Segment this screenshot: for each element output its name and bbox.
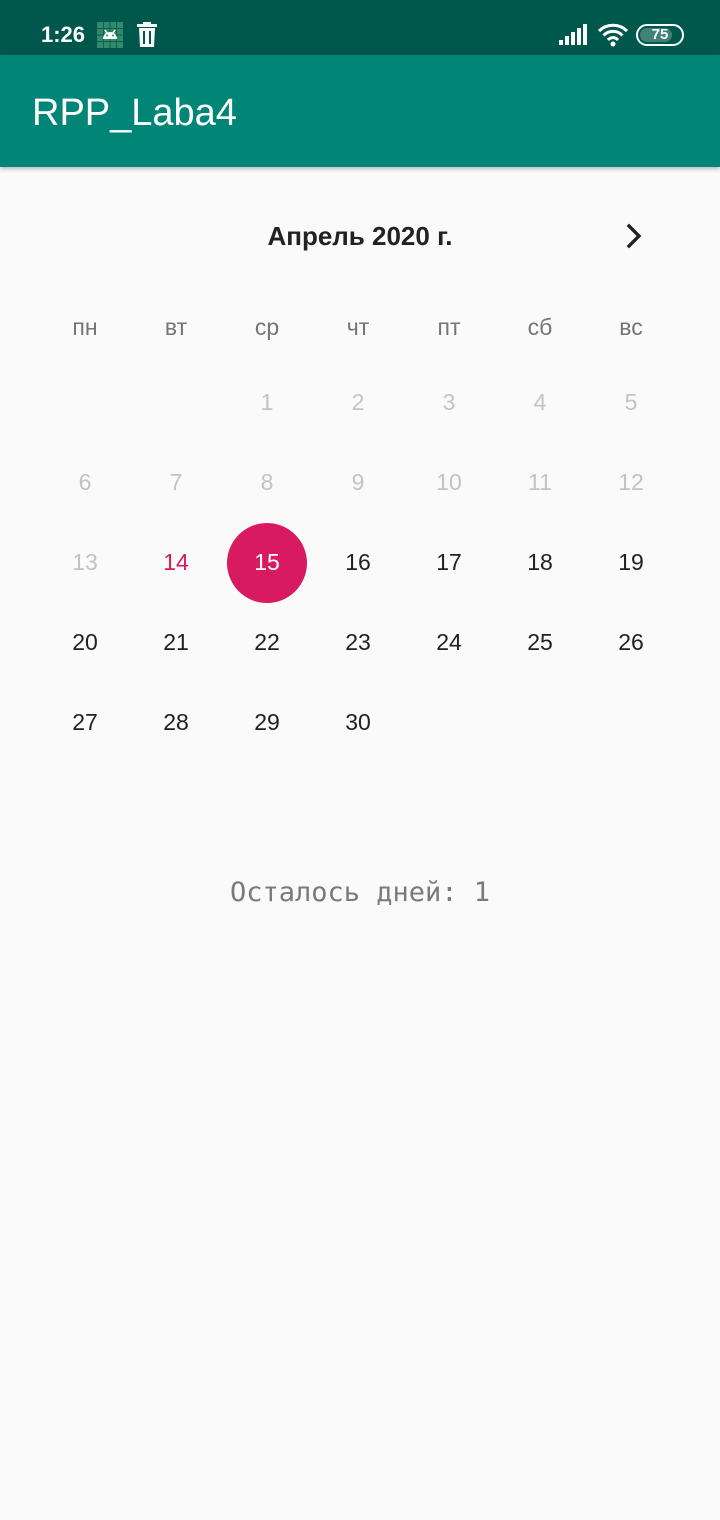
calendar-day[interactable]: 10 xyxy=(409,467,489,497)
weekday-label: вт xyxy=(164,314,188,340)
wifi-icon xyxy=(597,23,629,47)
calendar-day[interactable]: 6 xyxy=(45,467,125,497)
calendar-day[interactable]: 21 xyxy=(136,627,216,657)
calendar-day[interactable]: 9 xyxy=(318,467,398,497)
battery-level: 75 xyxy=(651,26,669,43)
battery-icon: 75 xyxy=(636,24,684,46)
calendar-day[interactable]: 2 xyxy=(318,387,398,417)
calendar-day-selected[interactable]: 15 xyxy=(227,547,307,577)
status-time: 1:26 xyxy=(41,22,86,47)
calendar-day[interactable]: 4 xyxy=(500,387,580,417)
calendar-day[interactable]: 27 xyxy=(45,707,125,737)
next-month-button[interactable] xyxy=(612,214,656,258)
app-bar: RPP_Laba4 xyxy=(0,55,720,167)
status-bar: 1:26 75 xyxy=(0,0,720,55)
calendar-day[interactable]: 28 xyxy=(136,707,216,737)
signal-icon xyxy=(559,24,587,45)
calendar-day[interactable]: 13 xyxy=(45,547,125,577)
calendar-day[interactable]: 29 xyxy=(227,707,307,737)
calendar-day[interactable]: 7 xyxy=(136,467,216,497)
calendar-day[interactable]: 23 xyxy=(318,627,398,657)
chevron-right-icon xyxy=(626,223,642,249)
calendar-day[interactable]: 19 xyxy=(591,547,671,577)
calendar-day[interactable]: 22 xyxy=(227,627,307,657)
weekday-label: ср xyxy=(254,314,280,340)
calendar-day[interactable]: 11 xyxy=(500,467,580,497)
calendar-day[interactable]: 30 xyxy=(318,707,398,737)
remaining-days-text: Осталось дней: 1 xyxy=(229,877,491,908)
calendar-day[interactable]: 12 xyxy=(591,467,671,497)
weekday-label: сб xyxy=(527,314,553,340)
weekday-label: пн xyxy=(72,314,98,340)
calendar-day[interactable]: 5 xyxy=(591,387,671,417)
weekday-label: чт xyxy=(346,314,370,340)
calendar-day[interactable]: 20 xyxy=(45,627,125,657)
trash-icon xyxy=(137,22,157,47)
calendar-day[interactable]: 16 xyxy=(318,547,398,577)
calendar-day[interactable]: 24 xyxy=(409,627,489,657)
calendar-day[interactable]: 3 xyxy=(409,387,489,417)
calendar-day[interactable]: 25 xyxy=(500,627,580,657)
weekday-label: вс xyxy=(619,314,643,340)
calendar-day[interactable]: 17 xyxy=(409,547,489,577)
calendar-day[interactable]: 18 xyxy=(500,547,580,577)
calendar-day[interactable]: 26 xyxy=(591,627,671,657)
calendar-header: Апрель 2020 г. xyxy=(0,210,720,262)
calendar-day[interactable]: 8 xyxy=(227,467,307,497)
calendar-day[interactable]: 1 xyxy=(227,387,307,417)
calendar-day-today[interactable]: 14 xyxy=(136,547,216,577)
android-debug-icon xyxy=(97,22,123,48)
weekday-label: пт xyxy=(437,314,461,340)
app-title: RPP_Laba4 xyxy=(32,92,237,134)
